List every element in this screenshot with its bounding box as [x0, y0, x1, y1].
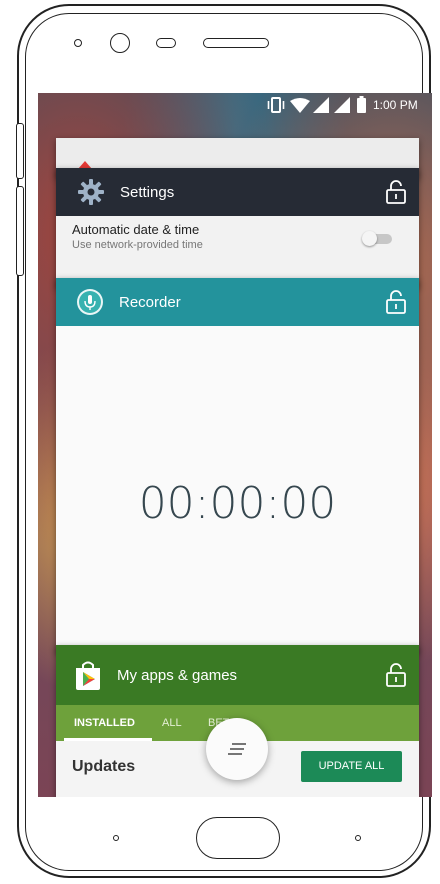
- clear-all-button[interactable]: [206, 718, 268, 780]
- recorder-card-title: Recorder: [119, 293, 181, 311]
- play-store-card-header: My apps & games: [56, 645, 419, 705]
- toggle-switch[interactable]: [362, 231, 392, 246]
- status-time: 1:00 PM: [373, 98, 418, 112]
- microphone-icon: [77, 289, 103, 315]
- tab-all[interactable]: ALL: [162, 717, 182, 729]
- home-button[interactable]: [196, 817, 280, 859]
- recorder-card-header: Recorder: [56, 278, 419, 326]
- screen: 1:00 PM Settings Automatic date & time U…: [38, 93, 432, 797]
- settings-card[interactable]: Settings Automatic date & time Use netwo…: [56, 168, 419, 288]
- settings-card-title: Settings: [120, 183, 175, 201]
- vibrate-icon: [267, 97, 285, 113]
- volume-button[interactable]: [16, 186, 24, 276]
- updates-heading: Updates: [72, 758, 136, 775]
- setting-title: Automatic date & time: [72, 222, 200, 237]
- play-store-icon: [76, 661, 100, 690]
- wifi-icon: [290, 98, 310, 113]
- battery-icon: [357, 96, 366, 113]
- tab-installed[interactable]: INSTALLED: [74, 717, 135, 729]
- front-camera: [110, 33, 130, 53]
- setting-subtitle: Use network-provided time: [72, 239, 203, 251]
- status-bar: 1:00 PM: [38, 93, 432, 117]
- signal-icon: [313, 97, 329, 113]
- proximity-sensor: [156, 38, 176, 48]
- play-store-card-title: My apps & games: [117, 666, 238, 684]
- tab-indicator: [64, 738, 152, 741]
- gear-icon: [78, 179, 104, 205]
- menu-icon: [228, 743, 246, 755]
- lock-icon[interactable]: [385, 663, 407, 687]
- recents-key[interactable]: [355, 835, 361, 841]
- recording-timer: 00:00:00: [138, 478, 337, 529]
- settings-card-header: Settings: [56, 168, 419, 216]
- recorder-card[interactable]: Recorder 00:00:00: [56, 278, 419, 653]
- notification-led: [74, 39, 82, 47]
- update-all-button[interactable]: UPDATE ALL: [301, 751, 402, 782]
- earpiece: [203, 38, 269, 48]
- alert-slider[interactable]: [16, 123, 24, 179]
- signal-icon-2: [334, 97, 350, 113]
- lock-icon[interactable]: [385, 180, 407, 204]
- back-key[interactable]: [113, 835, 119, 841]
- lock-icon[interactable]: [385, 290, 407, 314]
